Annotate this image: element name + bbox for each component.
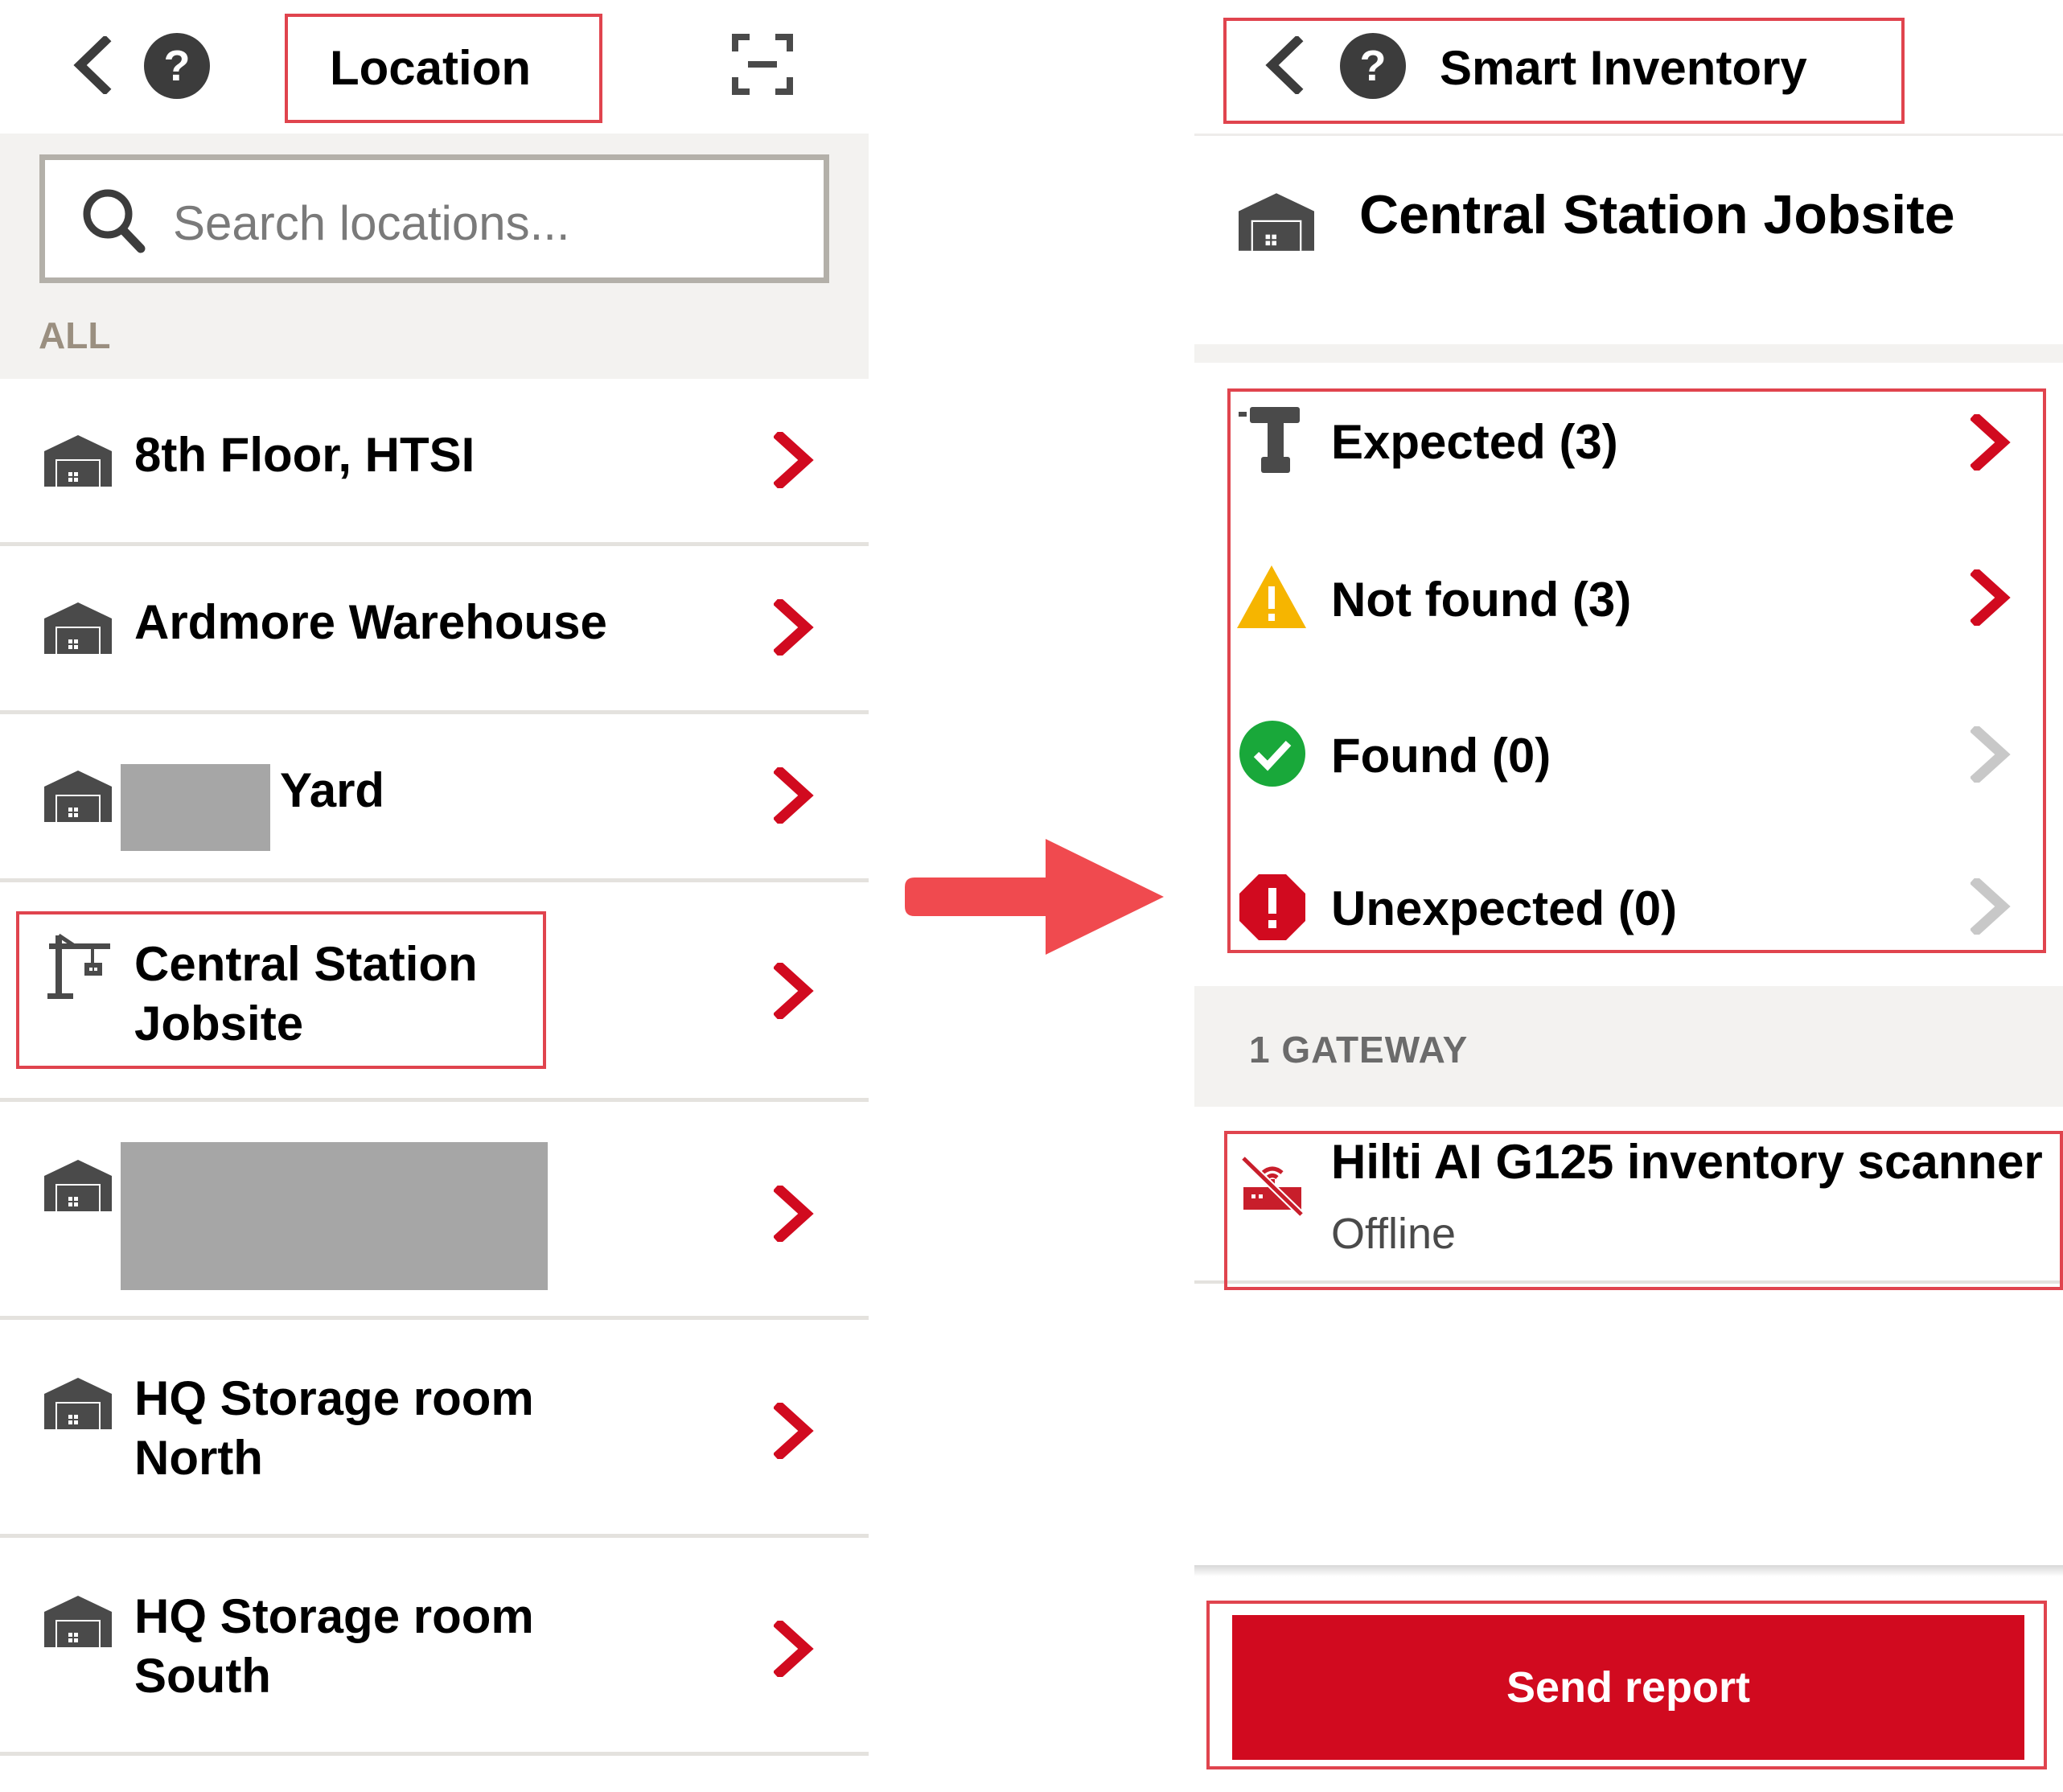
chevron-right-icon xyxy=(1971,569,2011,626)
chevron-right-icon xyxy=(774,1186,814,1242)
selected-row-highlight-box xyxy=(16,911,546,1069)
search-placeholder: Search locations... xyxy=(173,196,570,250)
status-label: Expected (3) xyxy=(1331,415,1618,469)
chevron-right-disabled-icon xyxy=(1971,878,2011,935)
gateway-section-label: 1 GATEWAY xyxy=(1249,1029,1469,1071)
help-icon[interactable] xyxy=(1339,32,1407,100)
section-label-all: ALL xyxy=(39,314,111,356)
chevron-right-disabled-icon xyxy=(1971,726,2011,783)
section-band xyxy=(1194,344,2063,363)
redacted-block xyxy=(121,764,270,851)
scan-icon[interactable] xyxy=(732,34,793,95)
bottom-bar-shadow xyxy=(1194,1565,2063,1576)
row-divider xyxy=(0,1752,869,1756)
status-label: Unexpected (0) xyxy=(1331,882,1678,935)
error-octagon-icon xyxy=(1239,874,1305,940)
warehouse-icon xyxy=(44,771,112,822)
gateway-highlight-box xyxy=(1224,1131,2063,1290)
search-icon xyxy=(83,189,146,253)
back-chevron-icon[interactable] xyxy=(71,36,114,94)
location-label-line1: HQ Storage room xyxy=(134,1371,534,1425)
status-row-found[interactable]: Found (0) xyxy=(1231,704,2043,841)
drill-icon xyxy=(1239,407,1300,473)
help-icon[interactable] xyxy=(143,32,211,100)
chevron-right-icon xyxy=(774,1403,814,1459)
location-row-yard[interactable]: Yard xyxy=(0,714,869,878)
warehouse-icon xyxy=(44,1160,112,1211)
warehouse-icon xyxy=(44,602,112,654)
chevron-right-icon xyxy=(774,432,814,488)
status-label: Found (0) xyxy=(1331,729,1551,783)
location-row-ardmore[interactable]: Ardmore Warehouse xyxy=(0,546,869,710)
status-row-unexpected[interactable]: Unexpected (0) xyxy=(1231,861,2043,949)
chevron-right-icon xyxy=(774,599,814,656)
location-row-hq-south[interactable]: HQ Storage room South xyxy=(0,1538,869,1752)
location-label-line2: South xyxy=(134,1649,271,1703)
status-label: Not found (3) xyxy=(1331,573,1632,627)
warehouse-icon xyxy=(44,435,112,487)
chevron-right-icon xyxy=(774,1621,814,1677)
send-report-button[interactable]: Send report xyxy=(1232,1615,2024,1760)
chevron-right-icon xyxy=(1971,414,2011,471)
location-row-redacted[interactable] xyxy=(0,1102,869,1316)
warehouse-icon xyxy=(44,1596,112,1647)
warning-icon xyxy=(1237,565,1306,628)
location-row-hq-north[interactable]: HQ Storage room North xyxy=(0,1320,869,1534)
check-circle-icon xyxy=(1239,721,1305,787)
page-title: Location xyxy=(330,41,531,95)
status-row-not-found[interactable]: Not found (3) xyxy=(1231,549,2043,686)
chevron-right-icon xyxy=(774,963,814,1019)
location-label: Ardmore Warehouse xyxy=(134,595,607,649)
back-chevron-icon[interactable] xyxy=(1263,36,1306,94)
redacted-block xyxy=(121,1142,548,1290)
header-divider xyxy=(1194,134,2063,136)
location-label-line1: HQ Storage room xyxy=(134,1589,534,1643)
page-title: Smart Inventory xyxy=(1440,41,1807,95)
location-label: 8th Floor, HTSI xyxy=(134,428,475,482)
flow-arrow-icon xyxy=(905,839,1164,955)
status-row-expected[interactable]: Expected (3) xyxy=(1231,394,2043,531)
location-row-8th-floor[interactable]: 8th Floor, HTSI xyxy=(0,379,869,542)
warehouse-icon xyxy=(1239,193,1314,251)
warehouse-icon xyxy=(44,1378,112,1429)
location-label: Yard xyxy=(280,763,385,817)
location-label-line2: North xyxy=(134,1431,263,1485)
chevron-right-icon xyxy=(774,767,814,824)
location-title: Central Station Jobsite xyxy=(1359,184,1955,245)
